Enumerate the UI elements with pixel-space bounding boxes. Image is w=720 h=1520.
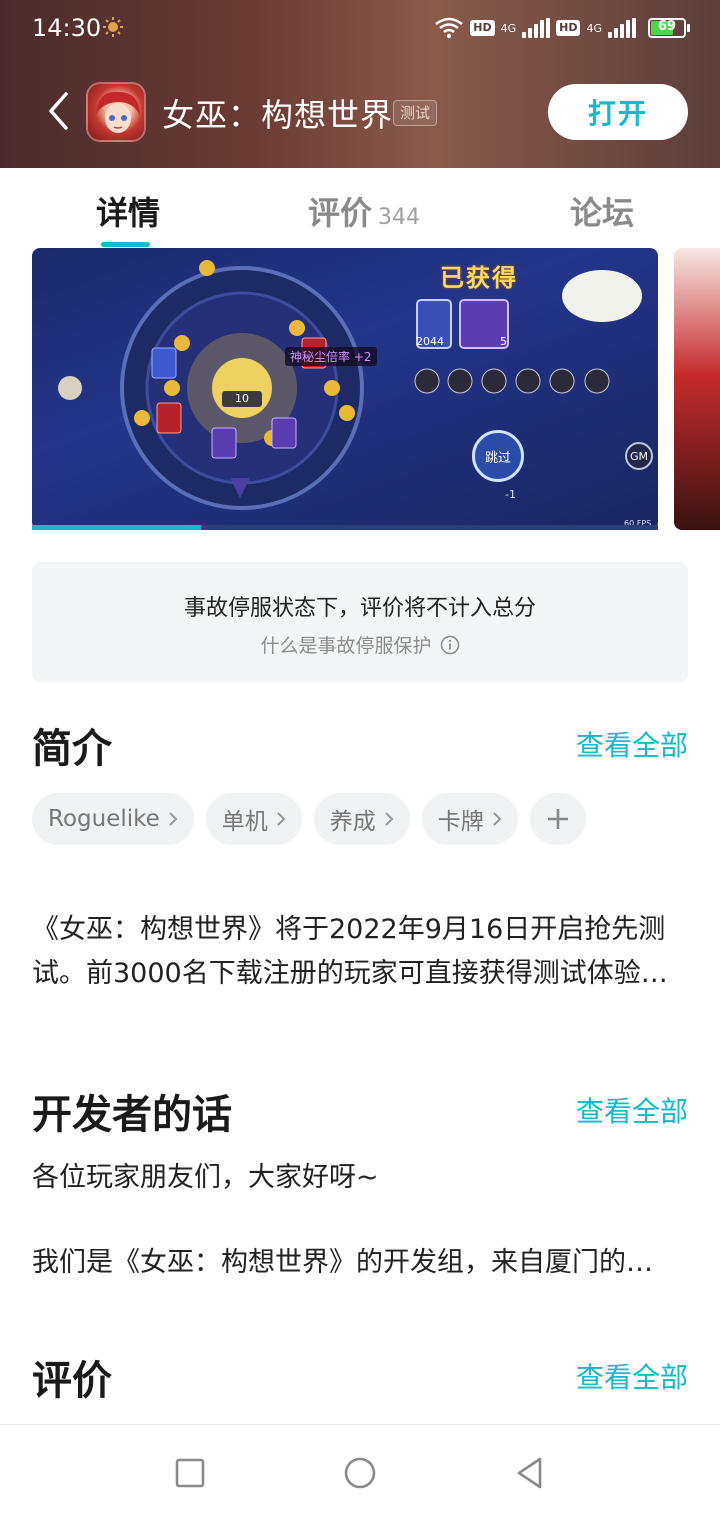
status-bar: 14:30 HD 4G HD 4G 69 [0, 0, 720, 56]
developer-title: 开发者的话 [32, 1092, 232, 1138]
app-title: 女巫：构想世界 [162, 96, 394, 134]
dial-counter: 10 [222, 391, 262, 407]
status-time: 14:30 [32, 14, 102, 42]
gm-button: GM [625, 442, 653, 470]
circle-icon [344, 1457, 376, 1489]
obtained-label: 已获得 [440, 264, 518, 292]
tab-reviews[interactable]: 评价 344 [308, 188, 420, 232]
intro-title: 简介 [32, 726, 112, 772]
chevron-right-icon [277, 812, 286, 826]
gameplay-illustration [58, 260, 642, 510]
tab-bar: 详情 评价 344 论坛 [0, 168, 720, 248]
recents-button[interactable] [170, 1453, 210, 1493]
notice-link[interactable]: 什么是事故停服保护 [32, 631, 688, 658]
item-count: 5 [500, 335, 507, 348]
sun-icon [103, 17, 123, 37]
media-progress-fill [32, 525, 202, 530]
developer-line-1: 各位玩家朋友们，大家好呀~ [32, 1162, 379, 1193]
tag-cultivation[interactable]: 养成 [313, 793, 410, 845]
stack-count: 2044 [416, 335, 444, 348]
tag-roguelike[interactable]: Roguelike [32, 793, 194, 845]
square-icon [175, 1458, 205, 1488]
test-badge: 测试 [393, 100, 438, 126]
chevron-right-icon [169, 812, 178, 826]
triangle-back-icon [517, 1457, 542, 1489]
media-progress [32, 525, 658, 530]
battery-text: 69 [657, 19, 677, 34]
signal-icon-2 [608, 18, 636, 38]
signal-icon-1 [522, 18, 551, 38]
network-label-2: 4G [586, 21, 602, 35]
tag-list: Roguelike 单机 养成 卡牌 [32, 793, 586, 845]
hd-badge-1: HD [470, 20, 495, 36]
tab-reviews-label: 评价 [308, 194, 373, 232]
status-indicators: HD 4G HD 4G 69 [434, 14, 690, 42]
app-header: 14:30 HD 4G HD 4G 69 女巫：构想世界 测试 打开 [0, 0, 720, 168]
reviews-title: 评价 [32, 1358, 112, 1404]
notice-title: 事故停服状态下，评价将不计入总分 [183, 596, 536, 621]
tag-single-player[interactable]: 单机 [205, 793, 302, 845]
tab-indicator [101, 242, 150, 247]
tag-label: 卡牌 [437, 809, 484, 835]
home-button[interactable] [340, 1453, 380, 1493]
battery-tip [687, 24, 690, 32]
open-button[interactable]: 打开 [548, 84, 688, 140]
back-nav-button[interactable] [510, 1453, 550, 1493]
tag-label: 单机 [221, 809, 268, 835]
skip-button: 跳过 [472, 430, 524, 482]
add-tag-button[interactable] [529, 793, 586, 845]
bonus-label: 神秘尘倍率 +2 [285, 347, 377, 366]
system-nav-bar [0, 1424, 720, 1520]
tab-reviews-count: 344 [378, 205, 421, 230]
app-bar: 女巫：构想世界 测试 打开 [0, 56, 720, 168]
plus-icon [547, 809, 568, 829]
wifi-icon [435, 17, 464, 39]
chevron-right-icon [385, 812, 394, 826]
developer-view-all[interactable]: 查看全部 [576, 1090, 688, 1130]
game-avatar-icon [96, 91, 140, 133]
hd-badge-2: HD [556, 20, 581, 36]
tag-card[interactable]: 卡牌 [421, 793, 518, 845]
back-button[interactable] [36, 82, 80, 140]
info-icon [440, 635, 459, 654]
battery-icon: 69 [648, 18, 690, 38]
intro-view-all[interactable]: 查看全部 [576, 724, 688, 764]
intro-text: 《女巫：构想世界》将于2022年9月16日开启抢先测试。前3000名下载注册的玩… [32, 914, 668, 989]
tag-label: Roguelike [48, 806, 160, 832]
media-screenshot[interactable]: 已获得 神秘尘倍率 +2 2044 5 10 跳过 -1 GM 60 FPS [32, 248, 658, 530]
chevron-left-icon [49, 92, 68, 130]
app-icon [86, 82, 146, 142]
reviews-view-all[interactable]: 查看全部 [576, 1356, 688, 1396]
tab-forum[interactable]: 论坛 [570, 188, 634, 232]
chevron-right-icon [493, 812, 502, 826]
network-label-1: 4G [500, 21, 517, 35]
skip-cost: -1 [505, 488, 516, 501]
media-next-preview[interactable] [674, 248, 720, 530]
outage-notice: 事故停服状态下，评价将不计入总分 什么是事故停服保护 [32, 562, 688, 682]
notice-link-text: 什么是事故停服保护 [260, 635, 432, 657]
developer-line-2: 我们是《女巫：构想世界》的开发组，来自厦门的… [32, 1247, 653, 1278]
tag-label: 养成 [329, 809, 376, 835]
tab-details[interactable]: 详情 [96, 188, 160, 232]
